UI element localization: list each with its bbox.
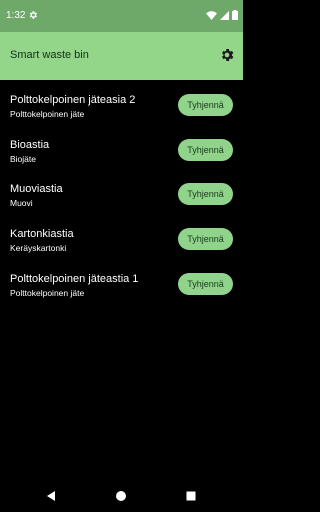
navigation-bar [0, 480, 243, 512]
bin-name: Muoviastia [10, 183, 63, 195]
empty-bin-button[interactable]: Tyhjennä [178, 228, 233, 250]
empty-bin-button[interactable]: Tyhjennä [178, 94, 233, 116]
empty-bin-button[interactable]: Tyhjennä [178, 183, 233, 205]
status-icons [206, 10, 238, 20]
recents-icon[interactable] [184, 489, 198, 503]
empty-bin-button[interactable]: Tyhjennä [178, 139, 233, 161]
bin-item: Muoviastia Muovi Tyhjennä [0, 169, 243, 213]
empty-bin-button[interactable]: Tyhjennä [178, 273, 233, 295]
settings-icon [29, 11, 37, 19]
bin-name: Polttokelpoinen jäteastia 1 [10, 273, 139, 285]
signal-icon [220, 10, 229, 20]
bin-name: Bioastia [10, 139, 50, 151]
bin-name: Polttokelpoinen jäteasia 2 [10, 94, 136, 106]
back-icon[interactable] [44, 489, 58, 503]
gear-icon[interactable] [219, 47, 235, 63]
bin-type: Muovi [10, 198, 33, 208]
battery-icon [232, 10, 238, 20]
bin-item: Bioastia Biojäte Tyhjennä [0, 125, 243, 169]
status-bar: 1:32 [0, 0, 243, 32]
bin-name: Kartonkiastia [10, 228, 74, 240]
wifi-icon [206, 10, 217, 20]
status-time: 1:32 [6, 10, 26, 21]
bin-type: Polttokelpoinen jäte [10, 109, 85, 119]
bin-item: Polttokelpoinen jäteasia 2 Polttokelpoin… [0, 80, 243, 124]
bin-type: Keräyskartonki [10, 243, 67, 253]
app-title: Smart waste bin [10, 49, 89, 61]
bin-type: Polttokelpoinen jäte [10, 288, 85, 298]
home-icon[interactable] [114, 489, 128, 503]
app-bar: Smart waste bin [0, 32, 243, 80]
bin-item: Polttokelpoinen jäteastia 1 Polttokelpoi… [0, 259, 243, 303]
bin-type: Biojäte [10, 154, 36, 164]
bin-item: Kartonkiastia Keräyskartonki Tyhjennä [0, 214, 243, 258]
